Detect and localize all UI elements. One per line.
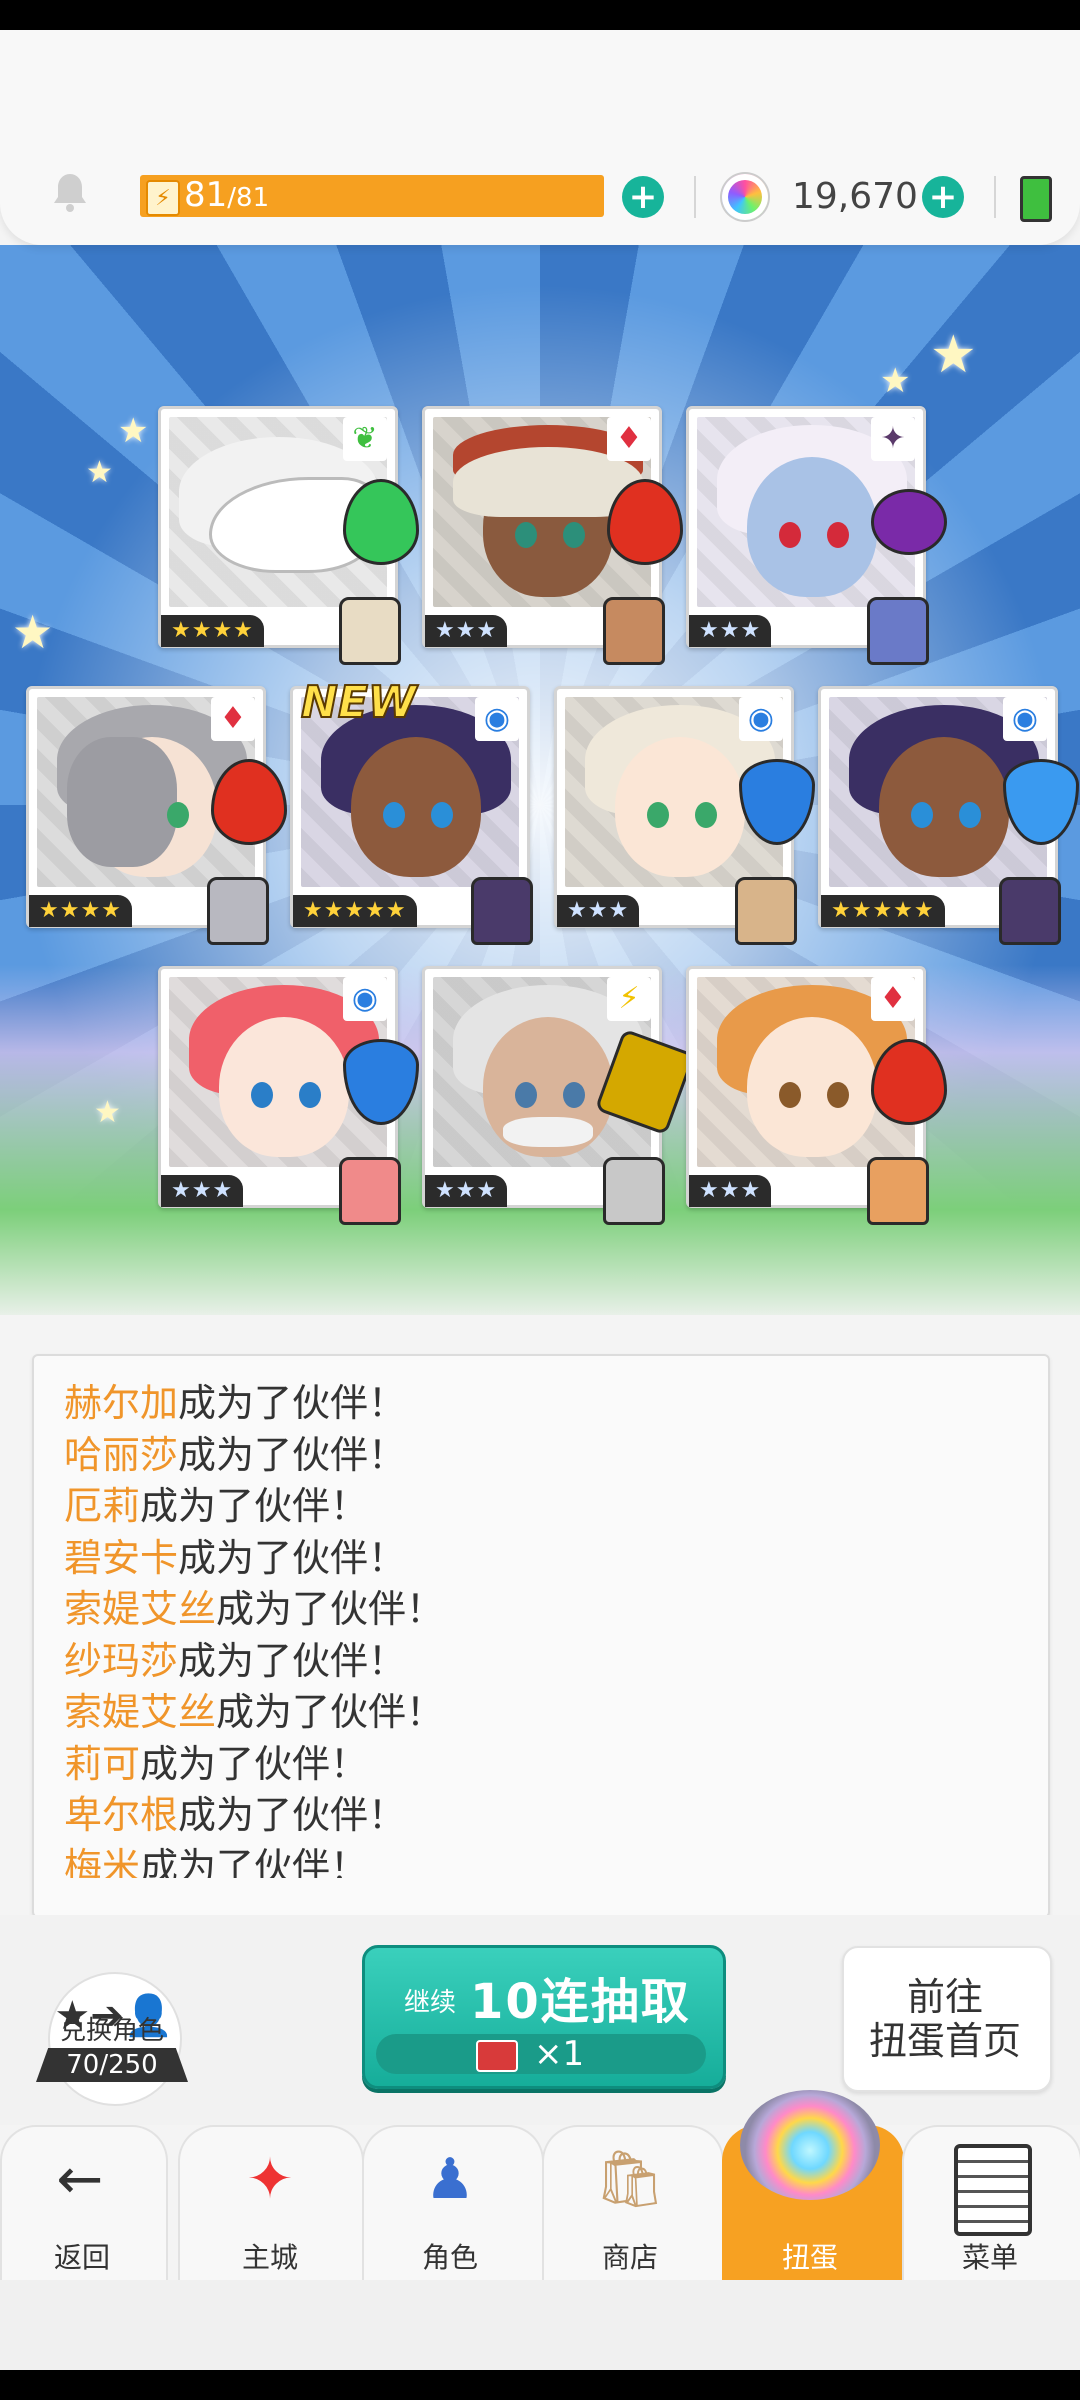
goto-label-line2: 扭蛋首页 [868,2019,1021,2063]
exchange-count: 70/250 [36,2048,188,2082]
character-card[interactable]: NEW ◉ ★★★★★ [290,676,533,945]
log-entry: 索媞艾丝成为了伙伴！ [64,1690,445,1734]
divider [994,176,996,218]
log-entry: 卑尔根成为了伙伴！ [64,1793,407,1837]
fire-diamond-icon: ♦ [211,697,255,741]
water-icon: ◉ [739,697,783,741]
character-sprite [999,877,1061,945]
character-sprite [471,877,533,945]
city-icon: ✦ [246,2147,294,2212]
rarity-stars: ★★★ [425,1175,508,1207]
sparkle-star-icon: ★ [930,325,977,385]
rarity-stars: ★★★ [689,1175,772,1207]
rarity-stars: ★★★★ [161,615,264,647]
character-sprite [867,597,929,665]
log-entry: 厄莉成为了伙伴！ [64,1484,369,1528]
lightning-icon: ⚡ [146,180,180,216]
character-card[interactable]: ◉ ★★★ [554,686,815,945]
character-icon: ♟ [424,2147,476,2212]
sparkle-star-icon: ★ [12,605,54,659]
divider [694,176,696,218]
system-nav-bar [0,2370,1080,2400]
character-card[interactable]: ◉ ★★★ [158,966,419,1225]
add-gems-button[interactable]: + [922,176,964,218]
fire-diamond-icon: ♦ [607,417,651,461]
leaf-icon: ❦ [343,417,387,461]
recruit-log[interactable]: 赫尔加成为了伙伴！ 哈丽莎成为了伙伴！ 厄莉成为了伙伴！ 碧安卡成为了伙伴！ 索… [32,1354,1050,1918]
character-sprite [603,1157,665,1225]
character-card[interactable]: ♦ ★★★★ [26,686,287,945]
tab-gacha-label: 扭蛋 [781,2241,838,2274]
water-icon: ◉ [1003,697,1047,741]
rarity-stars: ★★★★★ [293,895,417,927]
water-icon: ◉ [343,977,387,1021]
recruit-log-list: 赫尔加成为了伙伴！ 哈丽莎成为了伙伴！ 厄莉成为了伙伴！ 碧安卡成为了伙伴！ 索… [64,1378,1024,1878]
element-orb [871,489,947,555]
tab-menu-label: 菜单 [961,2241,1018,2274]
bell-icon[interactable] [48,170,92,214]
rarity-stars: ★★★ [557,895,640,927]
sparkle-star-icon: ★ [94,1095,121,1130]
rarity-stars: ★★★ [161,1175,244,1207]
character-card[interactable]: ♦ ★★★ [686,966,947,1225]
character-card[interactable]: ⚡ ★★★ [422,966,696,1225]
menu-list-icon [954,2144,1032,2236]
exchange-label: 兑换角色 [59,2016,164,2046]
tab-character-label: 角色 [421,2241,478,2274]
lightning-icon: ⚡ [607,977,651,1021]
tab-shop-label: 商店 [601,2241,658,2274]
ticket-icon [476,2040,518,2072]
stamina-value: 81/81 [184,175,270,215]
character-sprite [207,877,269,945]
log-entry: 赫尔加成为了伙伴！ [64,1381,407,1425]
character-card[interactable]: ◉ ★★★★★ [818,686,1079,945]
gem-count: 19,670 [792,176,918,217]
log-entry: 莉可成为了伙伴！ [64,1741,369,1786]
rarity-stars: ★★★★ [29,895,132,927]
fire-diamond-icon: ♦ [871,977,915,1021]
character-card[interactable]: ✦ ★★★ [686,406,947,665]
tab-city-label: 主城 [241,2241,298,2274]
sparkle-star-icon: ★ [880,361,911,401]
character-card[interactable]: ♦ ★★★ [422,406,683,665]
pull-cost: ×1 [534,2034,585,2074]
pull-label: 10连抽取 [470,1974,691,2030]
log-entry: 哈丽莎成为了伙伴！ [64,1432,407,1477]
character-sprite [735,877,797,945]
shop-bag-icon: 🛍 [594,2147,666,2212]
character-card[interactable]: ❦ ★★★★ [158,406,419,665]
back-arrow-icon: ← [56,2147,104,2212]
gem-icon [722,174,768,220]
tab-back-label: 返回 [53,2241,110,2274]
log-entry: 碧安卡成为了伙伴！ [64,1535,407,1580]
rarity-stars: ★★★ [425,615,508,647]
battery-icon [1020,176,1052,222]
rarity-stars: ★★★★★ [821,895,945,927]
pull-prefix: 继续 [404,1988,457,2018]
character-sprite [339,597,401,665]
character-sprite [339,1157,401,1225]
gacha-capsule-icon [740,2090,880,2200]
add-stamina-button[interactable]: + [622,176,664,218]
log-entry: 纱玛莎成为了伙伴！ [64,1638,407,1683]
character-sprite [603,597,665,665]
log-entry: 索媞艾丝成为了伙伴！ [64,1587,445,1631]
sparkle-star-icon: ★ [118,411,149,451]
dark-icon: ✦ [871,417,915,461]
system-status-bar [0,0,1080,30]
bottom-strip [0,2280,1080,2370]
character-sprite [867,1157,929,1225]
sparkle-star-icon: ★ [86,455,113,490]
rarity-stars: ★★★ [689,615,772,647]
log-entry: 梅米成为了伙伴！ [64,1844,369,1879]
new-badge: NEW [300,676,417,729]
water-icon: ◉ [475,697,519,741]
